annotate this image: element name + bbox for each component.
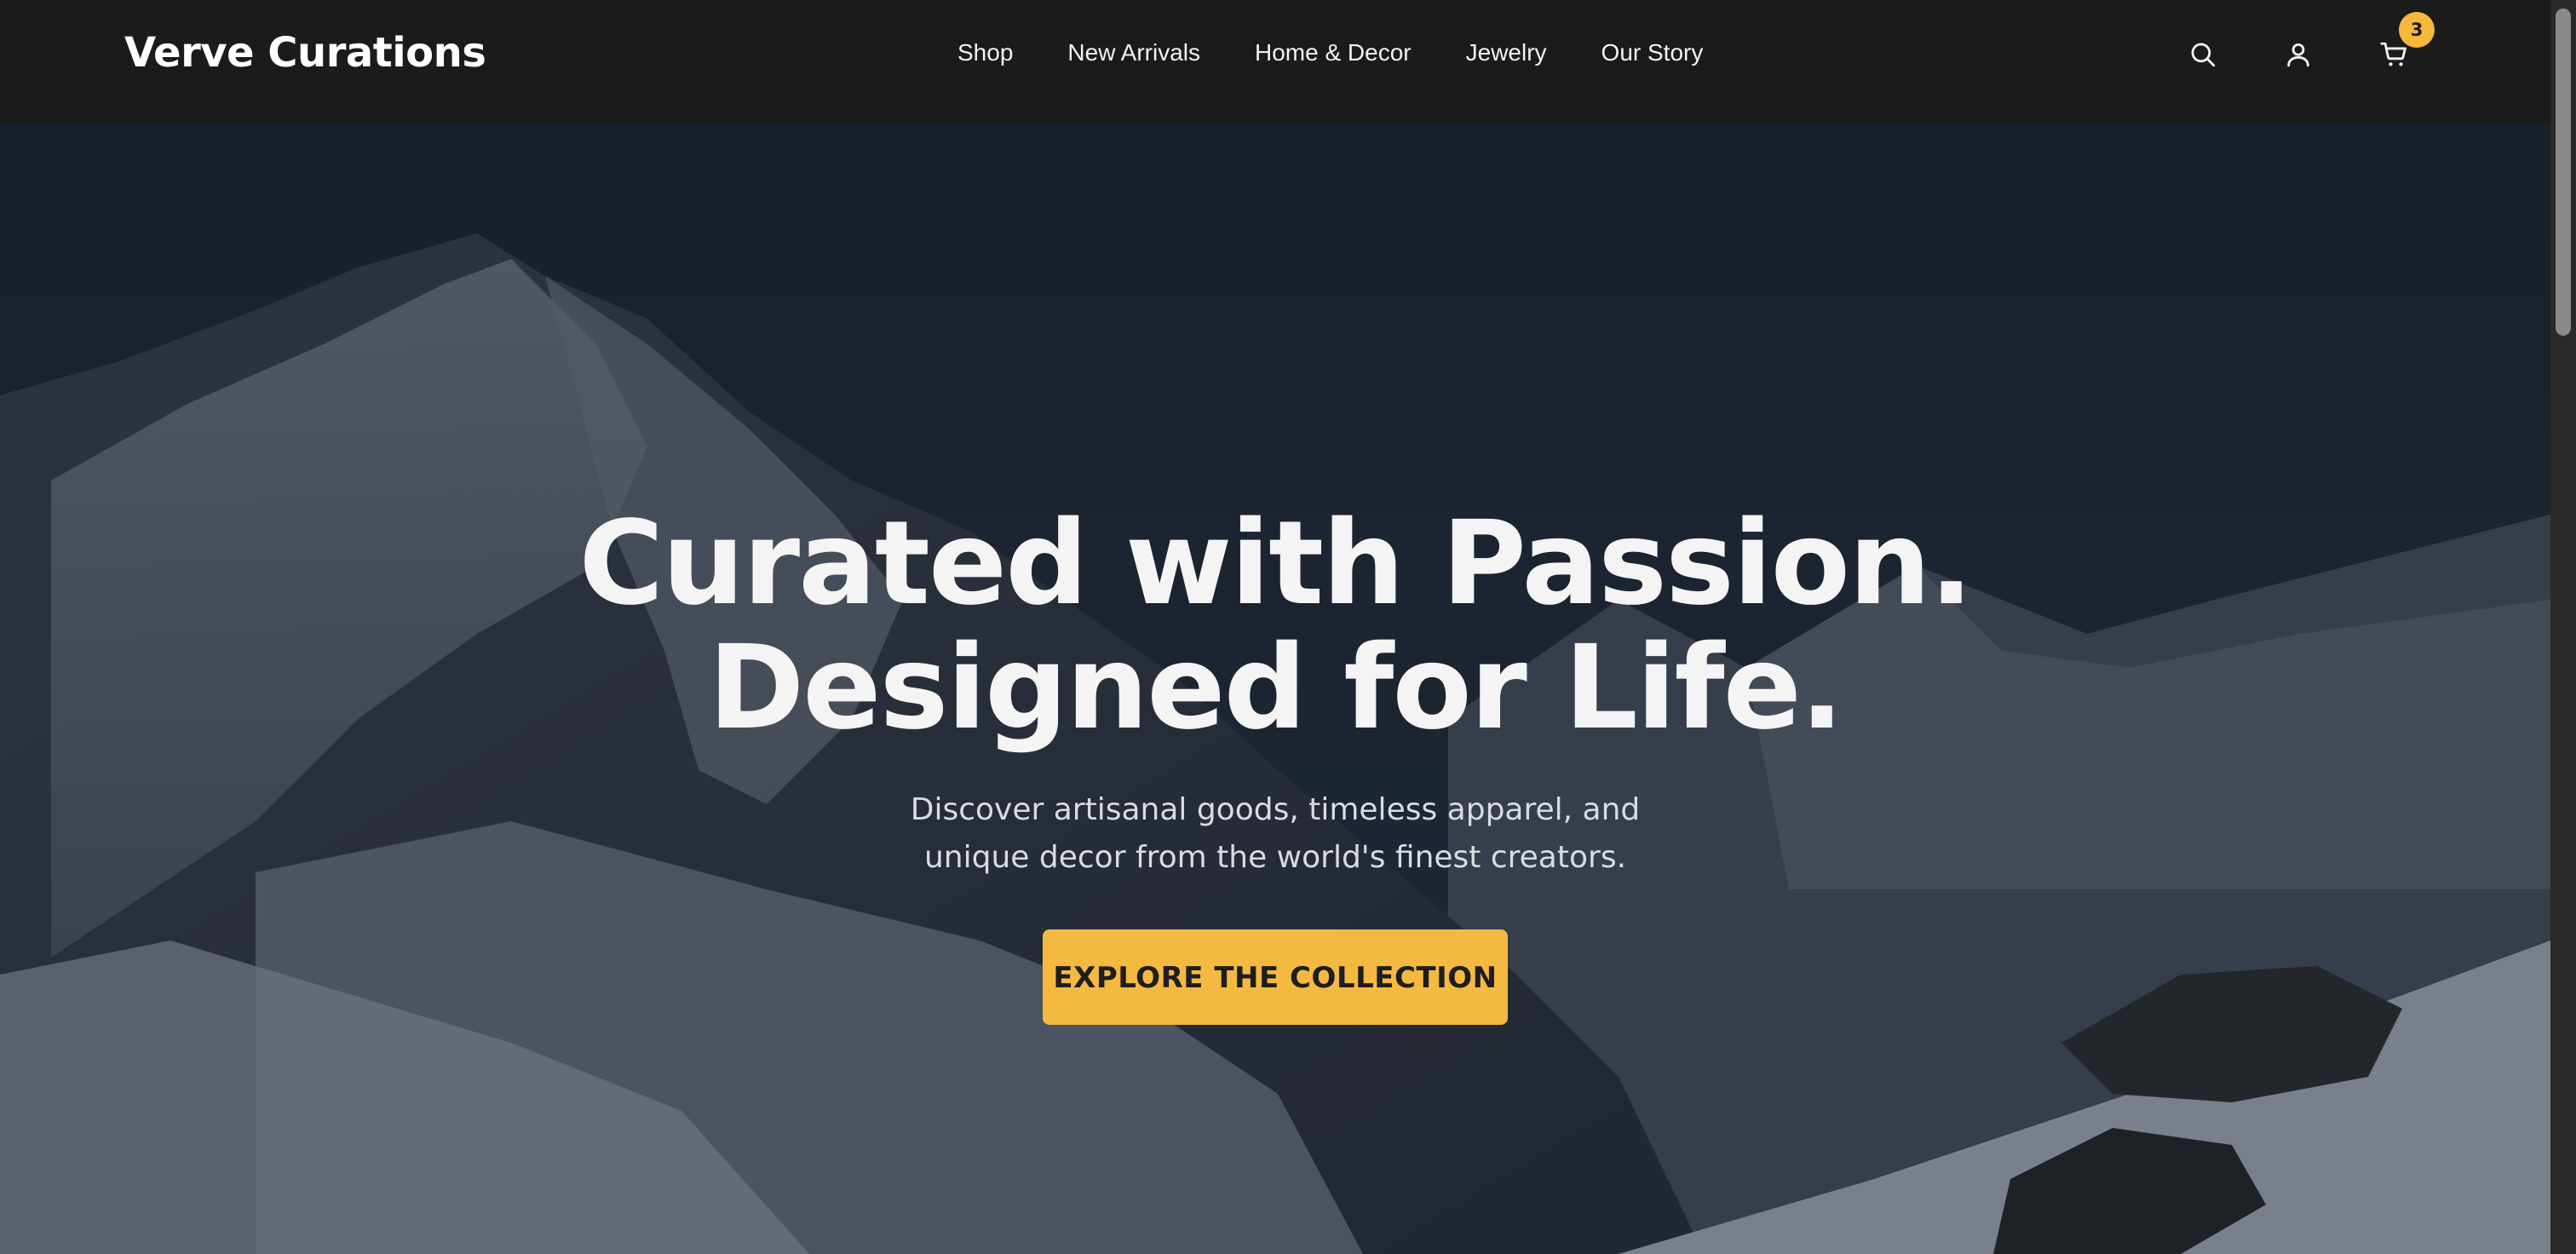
hero-title-line-1: Curated with Passion. [578,497,1973,631]
nav-item-new-arrivals[interactable]: New Arrivals [1067,34,1200,72]
cart-count-badge: 3 [2399,12,2435,48]
explore-collection-button[interactable]: EXPLORE THE COLLECTION [1043,929,1508,1025]
hero-section: Curated with Passion. Designed for Life.… [0,123,2550,1254]
hero-content: Curated with Passion. Designed for Life.… [0,502,2550,1025]
hero-subtitle: Discover artisanal goods, timeless appar… [892,786,1659,882]
account-button[interactable] [2280,36,2317,73]
site-header: Verve Curations Shop New Arrivals Home &… [0,0,2550,123]
hero-title: Curated with Passion. Designed for Life. [0,502,2550,751]
brand-logo[interactable]: Verve Curations [124,26,486,80]
page-scrollbar[interactable] [2550,0,2576,1254]
page: Verve Curations Shop New Arrivals Home &… [0,0,2576,1254]
search-icon [2191,43,2216,67]
hero-subtitle-line-2: unique decor from the world's finest cre… [923,840,1627,875]
hero-title-line-2: Designed for Life. [708,621,1843,756]
nav-item-our-story[interactable]: Our Story [1601,34,1704,72]
cart-icon [2380,42,2406,66]
nav-item-shop[interactable]: Shop [957,34,1013,72]
scrollbar-thumb[interactable] [2556,9,2571,336]
search-button[interactable] [2184,36,2222,73]
user-icon [2287,43,2309,67]
hero-subtitle-line-1: Discover artisanal goods, timeless appar… [910,792,1641,827]
nav-item-home-decor[interactable]: Home & Decor [1255,34,1412,72]
main-nav: Shop New Arrivals Home & Decor Jewelry O… [957,34,1703,72]
nav-item-jewelry[interactable]: Jewelry [1466,34,1547,72]
